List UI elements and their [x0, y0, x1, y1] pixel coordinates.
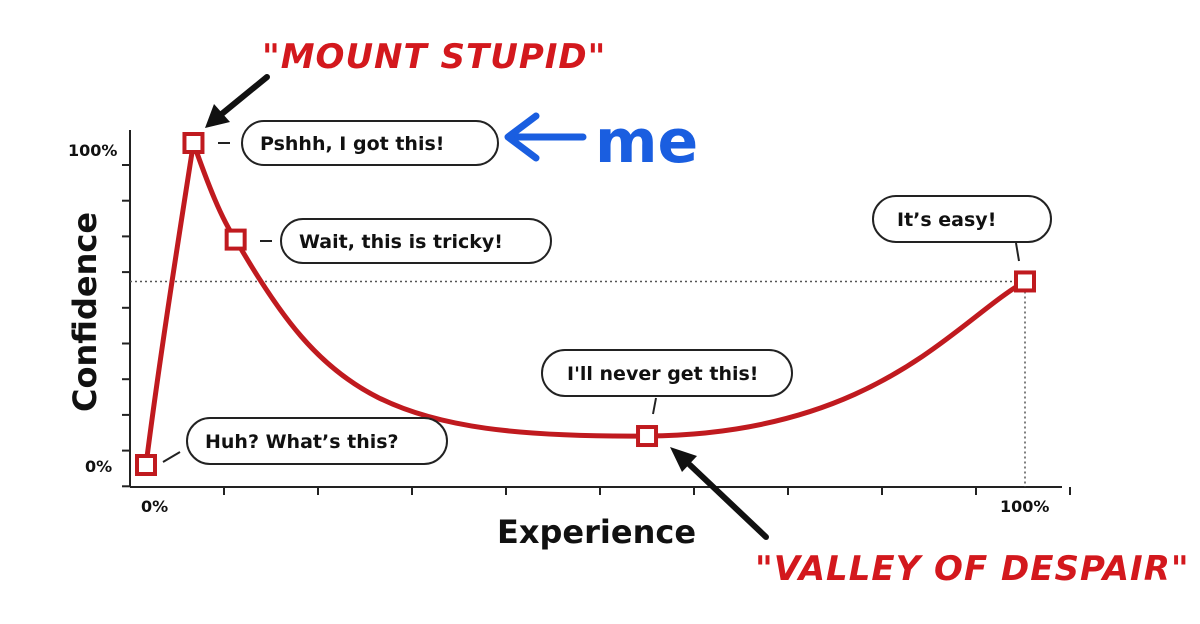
bubble-pshhh: Pshhh, I got this! [218, 120, 499, 166]
y-tick-label-0: 0% [85, 457, 112, 476]
data-point-marker-0 [135, 454, 157, 476]
point-label-pshhh: Pshhh, I got this! [260, 133, 444, 155]
x-axis-title: Experience [497, 513, 696, 551]
y-tick-label-100: 100% [68, 141, 117, 160]
point-label-huh: Huh? What’s this? [205, 431, 399, 453]
data-point-marker-2 [224, 228, 247, 251]
valley-of-despair-label: "VALLEY OF DESPAIR" [755, 549, 1190, 589]
confidence-curve [143, 140, 1028, 468]
me-arrow [504, 112, 587, 162]
y-axis-title: Confidence [66, 212, 104, 412]
mount-stupid-arrow [205, 74, 270, 128]
x-axis-ticks [223, 487, 1071, 495]
bubble-wait: Wait, this is tricky! [260, 218, 552, 264]
data-point-marker-4 [1014, 270, 1036, 293]
point-label-never: I'll never get this! [567, 363, 758, 385]
x-tick-label-100: 100% [1000, 497, 1049, 516]
data-point-marker-1 [182, 132, 205, 154]
data-point-marker-3 [636, 425, 659, 448]
x-tick-label-0: 0% [141, 497, 168, 516]
y-axis-ticks [122, 164, 130, 488]
bubble-easy: It’s easy! [872, 195, 1052, 262]
confidence-experience-chart: 100% 0% 0% 100% Experience Confidence Hu… [66, 37, 1190, 589]
point-label-easy: It’s easy! [897, 209, 996, 231]
chart-canvas: 100% 0% 0% 100% Experience Confidence Hu… [0, 0, 1200, 624]
bubble-never: I'll never get this! [541, 349, 793, 415]
bubble-huh: Huh? What’s this? [162, 417, 448, 465]
mount-stupid-label: "MOUNT STUPID" [262, 37, 606, 77]
point-label-wait: Wait, this is tricky! [299, 231, 503, 253]
me-label: me [595, 107, 698, 177]
